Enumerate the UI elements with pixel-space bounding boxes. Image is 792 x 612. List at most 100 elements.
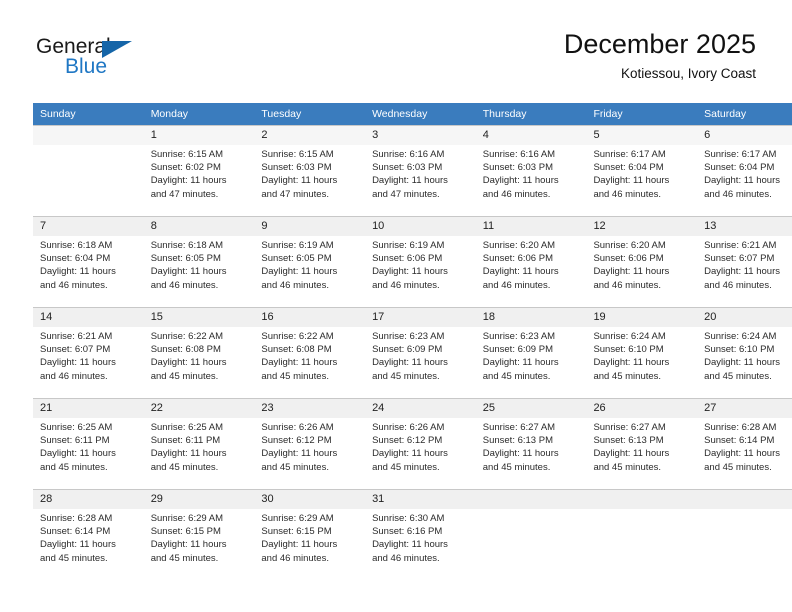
day-cell[interactable]: 25 Sunrise: 6:27 AM Sunset: 6:13 PM Dayl…: [475, 398, 587, 488]
daylight-text-line2: and 46 minutes.: [261, 552, 329, 564]
calendar-cell[interactable]: 6 Sunrise: 6:17 AM Sunset: 6:04 PM Dayli…: [697, 125, 792, 216]
day-cell[interactable]: [586, 489, 698, 579]
day-cell[interactable]: 11 Sunrise: 6:20 AM Sunset: 6:06 PM Dayl…: [475, 216, 587, 306]
day-cell[interactable]: 28 Sunrise: 6:28 AM Sunset: 6:14 PM Dayl…: [33, 489, 144, 579]
day-info: Sunrise: 6:24 AM Sunset: 6:10 PM Dayligh…: [586, 327, 697, 383]
sunrise-text: Sunrise: 6:16 AM: [372, 149, 445, 160]
day-number: [33, 126, 144, 145]
calendar-cell[interactable]: 14 Sunrise: 6:21 AM Sunset: 6:07 PM Dayl…: [33, 306, 144, 398]
day-cell[interactable]: 15 Sunrise: 6:22 AM Sunset: 6:08 PM Dayl…: [143, 307, 255, 397]
general-blue-logo[interactable]: General Blue: [36, 35, 236, 85]
calendar-cell[interactable]: 18 Sunrise: 6:23 AM Sunset: 6:09 PM Dayl…: [475, 306, 587, 398]
calendar-cell[interactable]: 21 Sunrise: 6:25 AM Sunset: 6:11 PM Dayl…: [33, 397, 144, 489]
sunset-text: Sunset: 6:09 PM: [372, 344, 443, 356]
calendar-cell[interactable]: 16 Sunrise: 6:22 AM Sunset: 6:08 PM Dayl…: [254, 306, 366, 398]
sunrise-text: Sunrise: 6:22 AM: [261, 331, 334, 342]
sunrise-text: Sunrise: 6:17 AM: [704, 149, 777, 160]
day-cell[interactable]: 10 Sunrise: 6:19 AM Sunset: 6:06 PM Dayl…: [365, 216, 476, 306]
day-cell[interactable]: 6 Sunrise: 6:17 AM Sunset: 6:04 PM Dayli…: [697, 125, 792, 215]
day-cell[interactable]: 30 Sunrise: 6:29 AM Sunset: 6:15 PM Dayl…: [254, 489, 366, 579]
calendar-cell[interactable]: 12 Sunrise: 6:20 AM Sunset: 6:06 PM Dayl…: [586, 215, 698, 307]
calendar-cell[interactable]: 25 Sunrise: 6:27 AM Sunset: 6:13 PM Dayl…: [475, 397, 587, 489]
day-number: 24: [365, 399, 476, 418]
day-cell[interactable]: 18 Sunrise: 6:23 AM Sunset: 6:09 PM Dayl…: [475, 307, 587, 397]
day-cell[interactable]: 9 Sunrise: 6:19 AM Sunset: 6:05 PM Dayli…: [254, 216, 366, 306]
day-cell[interactable]: 14 Sunrise: 6:21 AM Sunset: 6:07 PM Dayl…: [33, 307, 144, 397]
day-cell[interactable]: 4 Sunrise: 6:16 AM Sunset: 6:03 PM Dayli…: [475, 125, 587, 215]
calendar-cell[interactable]: 11 Sunrise: 6:20 AM Sunset: 6:06 PM Dayl…: [475, 215, 587, 307]
day-number: 20: [697, 308, 792, 327]
day-cell[interactable]: 12 Sunrise: 6:20 AM Sunset: 6:06 PM Dayl…: [586, 216, 698, 306]
daylight-text-line2: and 46 minutes.: [372, 552, 440, 564]
day-cell[interactable]: 24 Sunrise: 6:26 AM Sunset: 6:12 PM Dayl…: [365, 398, 476, 488]
calendar-cell[interactable]: 30 Sunrise: 6:29 AM Sunset: 6:15 PM Dayl…: [254, 488, 366, 580]
day-cell[interactable]: 17 Sunrise: 6:23 AM Sunset: 6:09 PM Dayl…: [365, 307, 476, 397]
day-cell[interactable]: 19 Sunrise: 6:24 AM Sunset: 6:10 PM Dayl…: [586, 307, 698, 397]
sunset-text: Sunset: 6:07 PM: [704, 253, 775, 265]
sunset-text: Sunset: 6:11 PM: [40, 435, 110, 447]
day-cell[interactable]: 13 Sunrise: 6:21 AM Sunset: 6:07 PM Dayl…: [697, 216, 792, 306]
calendar-cell[interactable]: 3 Sunrise: 6:16 AM Sunset: 6:03 PM Dayli…: [365, 125, 476, 216]
day-cell[interactable]: 26 Sunrise: 6:27 AM Sunset: 6:13 PM Dayl…: [586, 398, 698, 488]
day-cell[interactable]: 23 Sunrise: 6:26 AM Sunset: 6:12 PM Dayl…: [254, 398, 366, 488]
calendar-cell[interactable]: [586, 488, 698, 580]
calendar-cell[interactable]: 9 Sunrise: 6:19 AM Sunset: 6:05 PM Dayli…: [254, 215, 366, 307]
sunset-text: Sunset: 6:05 PM: [261, 253, 332, 265]
calendar-cell[interactable]: 17 Sunrise: 6:23 AM Sunset: 6:09 PM Dayl…: [365, 306, 476, 398]
sunrise-text: Sunrise: 6:27 AM: [482, 422, 556, 433]
calendar-cell[interactable]: 19 Sunrise: 6:24 AM Sunset: 6:10 PM Dayl…: [586, 306, 698, 398]
calendar-cell[interactable]: 29 Sunrise: 6:29 AM Sunset: 6:15 PM Dayl…: [143, 488, 255, 580]
calendar-cell[interactable]: [33, 125, 144, 216]
day-cell[interactable]: 3 Sunrise: 6:16 AM Sunset: 6:03 PM Dayli…: [365, 125, 476, 215]
calendar-cell[interactable]: 24 Sunrise: 6:26 AM Sunset: 6:12 PM Dayl…: [365, 397, 476, 489]
day-cell[interactable]: 1 Sunrise: 6:15 AM Sunset: 6:02 PM Dayli…: [143, 125, 255, 215]
sunrise-text: Sunrise: 6:20 AM: [482, 240, 556, 251]
page-header: General Blue December 2025 Kotiessou, Iv…: [0, 0, 792, 100]
day-cell[interactable]: 21 Sunrise: 6:25 AM Sunset: 6:11 PM Dayl…: [33, 398, 144, 488]
calendar-cell[interactable]: 13 Sunrise: 6:21 AM Sunset: 6:07 PM Dayl…: [697, 215, 792, 307]
calendar-cell[interactable]: [697, 488, 792, 580]
week-row: 14 Sunrise: 6:21 AM Sunset: 6:07 PM Dayl…: [33, 306, 792, 398]
calendar-cell[interactable]: 15 Sunrise: 6:22 AM Sunset: 6:08 PM Dayl…: [143, 306, 255, 398]
daylight-text-line2: and 45 minutes.: [150, 370, 219, 382]
day-number: 25: [475, 399, 587, 418]
day-cell[interactable]: 29 Sunrise: 6:29 AM Sunset: 6:15 PM Dayl…: [143, 489, 255, 579]
calendar-cell[interactable]: 31 Sunrise: 6:30 AM Sunset: 6:16 PM Dayl…: [365, 488, 476, 580]
calendar-cell[interactable]: [475, 488, 587, 580]
calendar-cell[interactable]: 27 Sunrise: 6:28 AM Sunset: 6:14 PM Dayl…: [697, 397, 792, 489]
day-cell[interactable]: 20 Sunrise: 6:24 AM Sunset: 6:10 PM Dayl…: [697, 307, 792, 397]
day-info: Sunrise: 6:20 AM Sunset: 6:06 PM Dayligh…: [586, 236, 697, 292]
day-cell[interactable]: 16 Sunrise: 6:22 AM Sunset: 6:08 PM Dayl…: [254, 307, 366, 397]
calendar-cell[interactable]: 22 Sunrise: 6:25 AM Sunset: 6:11 PM Dayl…: [143, 397, 255, 489]
calendar-cell[interactable]: 20 Sunrise: 6:24 AM Sunset: 6:10 PM Dayl…: [697, 306, 792, 398]
day-cell[interactable]: 5 Sunrise: 6:17 AM Sunset: 6:04 PM Dayli…: [586, 125, 698, 215]
calendar-cell[interactable]: 26 Sunrise: 6:27 AM Sunset: 6:13 PM Dayl…: [586, 397, 698, 489]
calendar-cell[interactable]: 1 Sunrise: 6:15 AM Sunset: 6:02 PM Dayli…: [143, 125, 255, 216]
day-cell[interactable]: 27 Sunrise: 6:28 AM Sunset: 6:14 PM Dayl…: [697, 398, 792, 488]
calendar-cell[interactable]: 8 Sunrise: 6:18 AM Sunset: 6:05 PM Dayli…: [143, 215, 255, 307]
daylight-text-line2: and 45 minutes.: [150, 552, 219, 564]
day-cell[interactable]: [475, 489, 587, 579]
day-info: Sunrise: 6:18 AM Sunset: 6:05 PM Dayligh…: [144, 236, 255, 292]
sunset-text: Sunset: 6:11 PM: [150, 435, 221, 447]
day-cell[interactable]: [697, 489, 792, 579]
daylight-text-line2: and 45 minutes.: [372, 461, 440, 473]
calendar-cell[interactable]: 7 Sunrise: 6:18 AM Sunset: 6:04 PM Dayli…: [33, 215, 144, 307]
sunset-text: Sunset: 6:03 PM: [372, 162, 443, 174]
calendar-cell[interactable]: 23 Sunrise: 6:26 AM Sunset: 6:12 PM Dayl…: [254, 397, 366, 489]
day-cell[interactable]: 31 Sunrise: 6:30 AM Sunset: 6:16 PM Dayl…: [365, 489, 476, 579]
day-cell[interactable]: 7 Sunrise: 6:18 AM Sunset: 6:04 PM Dayli…: [33, 216, 144, 306]
day-cell[interactable]: 22 Sunrise: 6:25 AM Sunset: 6:11 PM Dayl…: [143, 398, 255, 488]
calendar-cell[interactable]: 2 Sunrise: 6:15 AM Sunset: 6:03 PM Dayli…: [254, 125, 366, 216]
day-number: 6: [697, 126, 792, 145]
day-cell[interactable]: 2 Sunrise: 6:15 AM Sunset: 6:03 PM Dayli…: [254, 125, 366, 215]
daylight-text-line1: Daylight: 11 hours: [593, 175, 670, 187]
day-cell[interactable]: 8 Sunrise: 6:18 AM Sunset: 6:05 PM Dayli…: [143, 216, 255, 306]
sunset-text: Sunset: 6:08 PM: [150, 344, 221, 356]
calendar-cell[interactable]: 4 Sunrise: 6:16 AM Sunset: 6:03 PM Dayli…: [475, 125, 587, 216]
calendar-cell[interactable]: 5 Sunrise: 6:17 AM Sunset: 6:04 PM Dayli…: [586, 125, 698, 216]
day-cell[interactable]: [33, 125, 144, 215]
calendar-cell[interactable]: 10 Sunrise: 6:19 AM Sunset: 6:06 PM Dayl…: [365, 215, 476, 307]
day-info: Sunrise: 6:26 AM Sunset: 6:12 PM Dayligh…: [254, 418, 365, 474]
calendar-cell[interactable]: 28 Sunrise: 6:28 AM Sunset: 6:14 PM Dayl…: [33, 488, 144, 580]
